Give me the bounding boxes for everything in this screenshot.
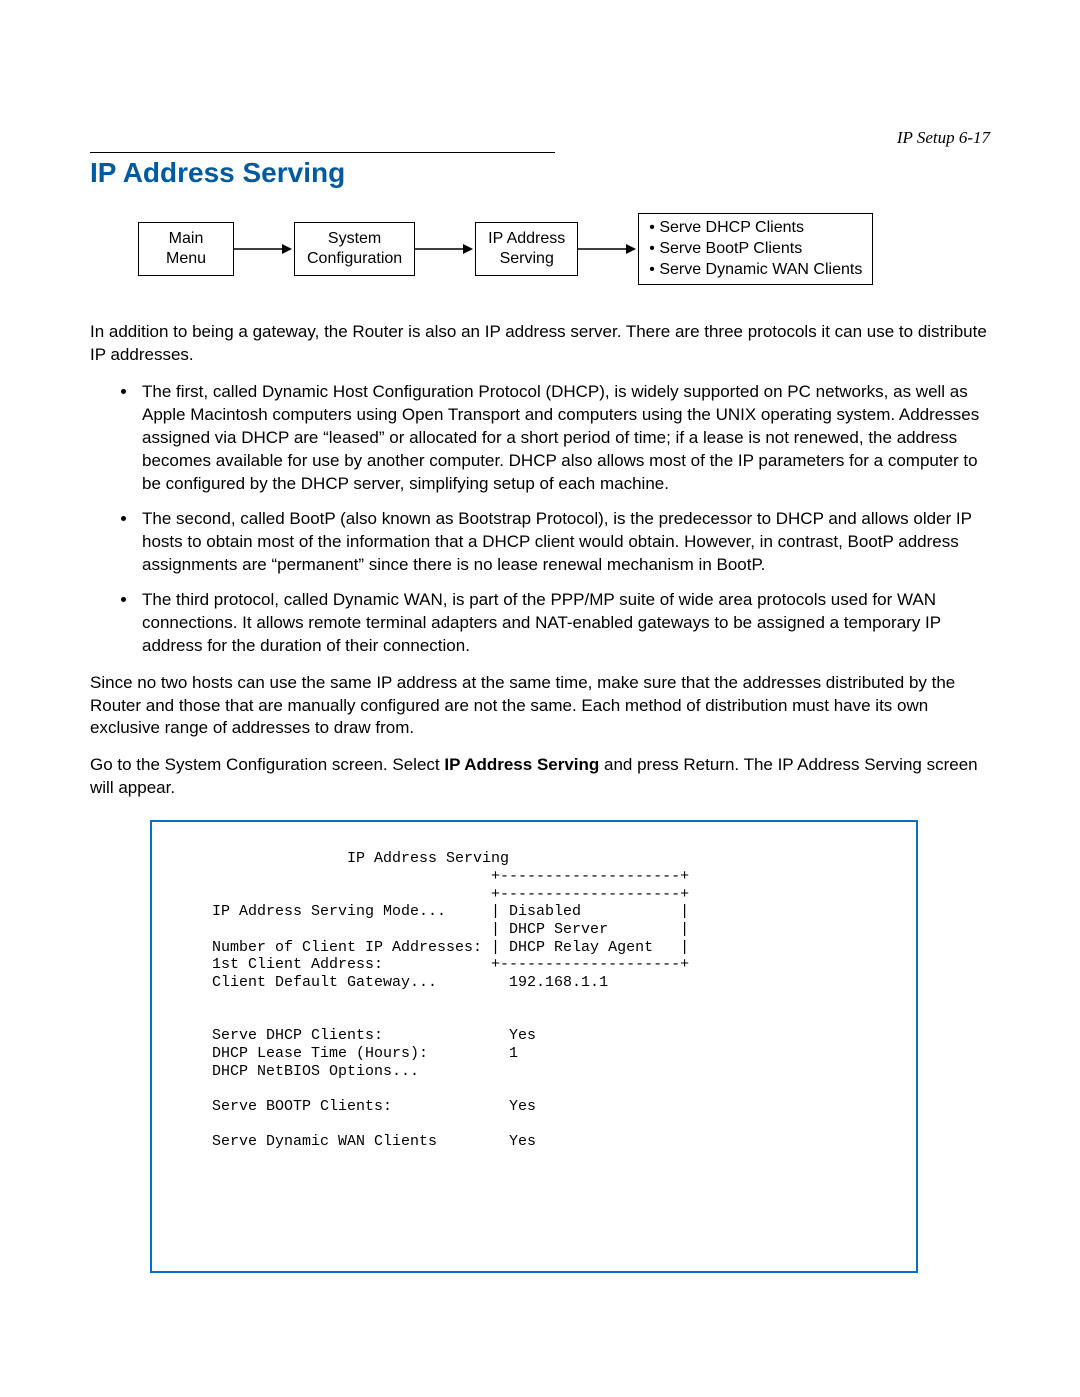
section-divider: [90, 152, 555, 153]
nav-box-line: IP Address: [488, 230, 565, 247]
nav-detail-item: Serve BootP Clients: [649, 239, 862, 260]
nav-box-line: Menu: [166, 250, 206, 267]
arrow-icon: [578, 239, 638, 259]
terminal-screen: IP Address Serving +--------------------…: [150, 820, 918, 1273]
body-paragraph: Since no two hosts can use the same IP a…: [90, 672, 990, 741]
nav-detail-item: Serve DHCP Clients: [649, 218, 862, 239]
bold-term: IP Address Serving: [444, 755, 599, 774]
nav-box-line: System: [328, 230, 381, 247]
nav-box-line: Configuration: [307, 250, 402, 267]
breadcrumb-diagram: Main Menu System Configuration IP Addres…: [138, 213, 990, 285]
nav-box-line: Serving: [500, 250, 554, 267]
nav-detail-item: Serve Dynamic WAN Clients: [649, 260, 862, 281]
arrow-icon: [415, 239, 475, 259]
section-title: IP Address Serving: [90, 157, 990, 189]
nav-box-system-configuration: System Configuration: [294, 222, 415, 276]
list-item: The second, called BootP (also known as …: [138, 508, 990, 577]
arrow-icon: [234, 239, 294, 259]
nav-box-line: Main: [169, 230, 204, 247]
text-run: Go to the System Configuration screen. S…: [90, 755, 444, 774]
running-header: IP Setup 6-17: [897, 128, 990, 148]
body-bullet-list: The first, called Dynamic Host Configura…: [90, 381, 990, 657]
list-item: The first, called Dynamic Host Configura…: [138, 381, 990, 496]
list-item: The third protocol, called Dynamic WAN, …: [138, 589, 990, 658]
body-paragraph: Go to the System Configuration screen. S…: [90, 754, 990, 800]
nav-box-ip-address-serving: IP Address Serving: [475, 222, 578, 276]
nav-box-main-menu: Main Menu: [138, 222, 234, 276]
nav-detail-box: Serve DHCP Clients Serve BootP Clients S…: [638, 213, 873, 285]
body-paragraph: In addition to being a gateway, the Rout…: [90, 321, 990, 367]
